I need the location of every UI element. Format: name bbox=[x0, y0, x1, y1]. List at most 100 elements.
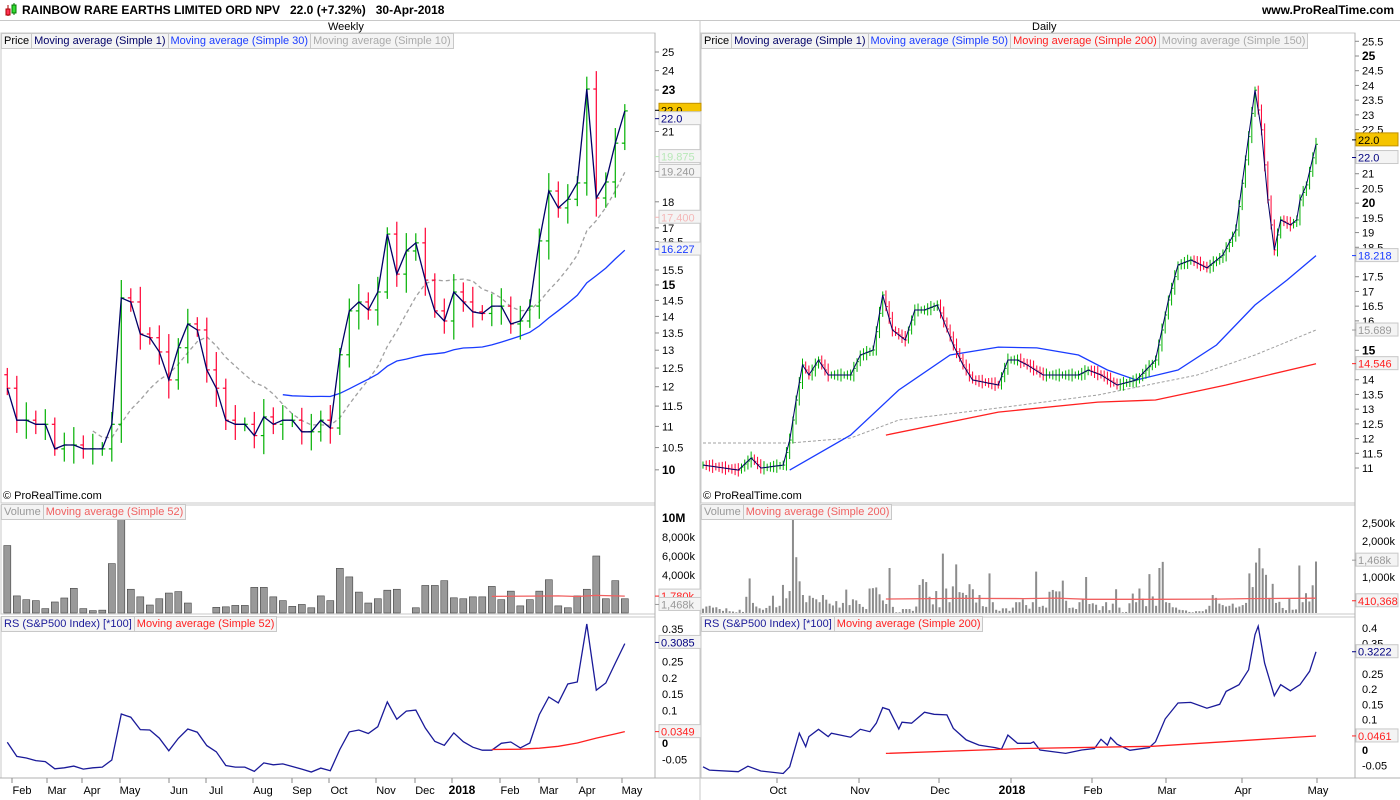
daily-price-bar bbox=[1033, 360, 1036, 376]
price-axis-label: 13.5 bbox=[662, 328, 683, 340]
price-tag-label: 14.546 bbox=[1358, 359, 1392, 371]
legend-volume-ma[interactable]: Moving average (Simple 52) bbox=[44, 505, 186, 519]
price-axis-label: 23 bbox=[662, 83, 676, 97]
weekly-volume-bar bbox=[89, 610, 97, 614]
legend-ma150[interactable]: Moving average (Simple 150) bbox=[1160, 34, 1308, 48]
weekly-volume-bar bbox=[430, 585, 439, 614]
weekly-price-bar bbox=[393, 221, 400, 287]
legend-ma30[interactable]: Moving average (Simple 30) bbox=[169, 34, 312, 48]
legend-ma200[interactable]: Moving average (Simple 200) bbox=[1011, 34, 1160, 48]
weekly-price-bar bbox=[317, 410, 324, 442]
daily-price-bar bbox=[1187, 254, 1190, 269]
legend-ma1[interactable]: Moving average (Simple 1) bbox=[32, 34, 169, 48]
time-axis-label: Apr bbox=[1234, 785, 1251, 797]
legend-rs[interactable]: RS (S&P500 Index) [*100] bbox=[2, 617, 135, 631]
weekly-volume-bar bbox=[297, 604, 306, 614]
weekly-volume-bar bbox=[79, 608, 88, 614]
rs-axis-label: 0.1 bbox=[662, 705, 677, 717]
daily-volume-bar bbox=[1048, 591, 1051, 613]
daily-volume-bar bbox=[711, 607, 714, 613]
daily-volume-bar bbox=[1241, 605, 1244, 613]
daily-price-bar bbox=[1026, 358, 1030, 370]
weekly-price-bar bbox=[137, 286, 144, 350]
legend-rs-ma[interactable]: Moving average (Simple 52) bbox=[135, 617, 277, 631]
time-axis-label: Feb bbox=[501, 785, 520, 797]
legend-volume[interactable]: Volume bbox=[2, 505, 44, 519]
daily-volume-bar bbox=[1248, 573, 1251, 613]
rs-axis-label: -0.05 bbox=[662, 754, 687, 766]
daily-price-bar bbox=[1020, 353, 1023, 369]
time-axis-label: 2018 bbox=[999, 783, 1026, 797]
price-tag-label: 15.689 bbox=[1358, 325, 1392, 337]
daily-volume-bar bbox=[1045, 607, 1048, 613]
weekly-price-bar bbox=[279, 405, 286, 440]
weekly-price-bar bbox=[602, 172, 609, 208]
time-axis-label: Jun bbox=[170, 785, 188, 797]
legend-ma50[interactable]: Moving average (Simple 50) bbox=[869, 34, 1012, 48]
legend-volume-ma[interactable]: Moving average (Simple 200) bbox=[744, 505, 892, 519]
price-axis-label: 13.5 bbox=[1362, 389, 1383, 401]
weekly-volume-bar bbox=[459, 598, 468, 614]
price-axis-label: 20 bbox=[1362, 196, 1376, 210]
daily-volume-bar bbox=[1148, 574, 1151, 613]
weekly-price-bar bbox=[355, 284, 362, 330]
time-axis-label: Aug bbox=[253, 785, 273, 797]
legend-price[interactable]: Price bbox=[2, 34, 33, 48]
weekly-volume-bar bbox=[487, 586, 496, 614]
daily-volume-bar bbox=[1308, 601, 1311, 613]
daily-volume-bar bbox=[848, 605, 851, 613]
daily-volume-bar bbox=[1055, 591, 1058, 613]
rs-axis-label: 0.2 bbox=[662, 673, 677, 685]
weekly-volume-bar bbox=[212, 606, 221, 614]
price-tag-label: 0.3222 bbox=[1358, 647, 1392, 659]
daily-price-bar bbox=[1029, 359, 1033, 373]
daily-volume-bar bbox=[741, 611, 744, 613]
time-axis-label: Dec bbox=[930, 785, 950, 797]
price-axis-label: 25.5 bbox=[1362, 36, 1383, 48]
weekly-price-bar bbox=[213, 352, 220, 407]
daily-price-bar bbox=[757, 456, 760, 470]
daily-volume-bar bbox=[735, 612, 738, 613]
legend-ma1[interactable]: Moving average (Simple 1) bbox=[732, 34, 869, 48]
rs-axis-label: 0.25 bbox=[662, 657, 683, 669]
daily-volume-bar bbox=[1185, 610, 1188, 613]
volume-axis-label: 4,000k bbox=[662, 570, 696, 582]
daily-volume-bar bbox=[835, 601, 838, 613]
legend-rs[interactable]: RS (S&P500 Index) [*100] bbox=[702, 617, 835, 631]
weekly-price-bar bbox=[450, 274, 457, 340]
legend-volume[interactable]: Volume bbox=[702, 505, 744, 519]
daily-volume-bar bbox=[1015, 602, 1018, 613]
time-axis-label: Mar bbox=[540, 785, 559, 797]
price-axis-label: 14 bbox=[662, 311, 674, 323]
weekly-volume-bar bbox=[592, 555, 601, 614]
daily-volume-bar bbox=[1175, 607, 1178, 613]
daily-volume-bar bbox=[811, 597, 814, 613]
daily-volume-bar bbox=[1251, 587, 1254, 613]
daily-price-bar bbox=[901, 329, 904, 343]
rs-axis-label: 0.2 bbox=[1362, 684, 1377, 696]
daily-volume-bar bbox=[778, 605, 781, 613]
daily-price-bar bbox=[1273, 219, 1277, 256]
legend-ma10[interactable]: Moving average (Simple 10) bbox=[311, 34, 453, 48]
price-axis-label: 12.5 bbox=[1362, 419, 1383, 431]
legend-price[interactable]: Price bbox=[702, 34, 733, 48]
weekly-volume-bar bbox=[269, 596, 278, 614]
chart-canvas[interactable]: 25242321181716.515.51514.51413.51312.512… bbox=[0, 0, 1400, 800]
price-tag-label: 16.227 bbox=[661, 244, 695, 256]
daily-volume-bar bbox=[1145, 606, 1148, 613]
time-axis-label: Feb bbox=[1084, 785, 1103, 797]
volume-axis-label: 10M bbox=[662, 511, 685, 525]
weekly-volume-bar bbox=[98, 609, 107, 614]
daily-volume-bar bbox=[1008, 610, 1011, 613]
legend-rs-ma[interactable]: Moving average (Simple 200) bbox=[835, 617, 983, 631]
daily-volume-bar bbox=[995, 609, 998, 613]
price-axis-label: 17 bbox=[662, 223, 674, 235]
volume-axis-label: 2,500k bbox=[1362, 518, 1396, 530]
panel-frame bbox=[0, 504, 656, 615]
daily-volume-bar bbox=[771, 595, 774, 613]
daily-volume-bar bbox=[1058, 591, 1061, 613]
daily-volume-bar bbox=[1051, 589, 1054, 613]
daily-volume-bar bbox=[1011, 607, 1014, 613]
daily-volume-bar bbox=[838, 607, 841, 613]
price-axis-label: 12 bbox=[662, 382, 674, 394]
